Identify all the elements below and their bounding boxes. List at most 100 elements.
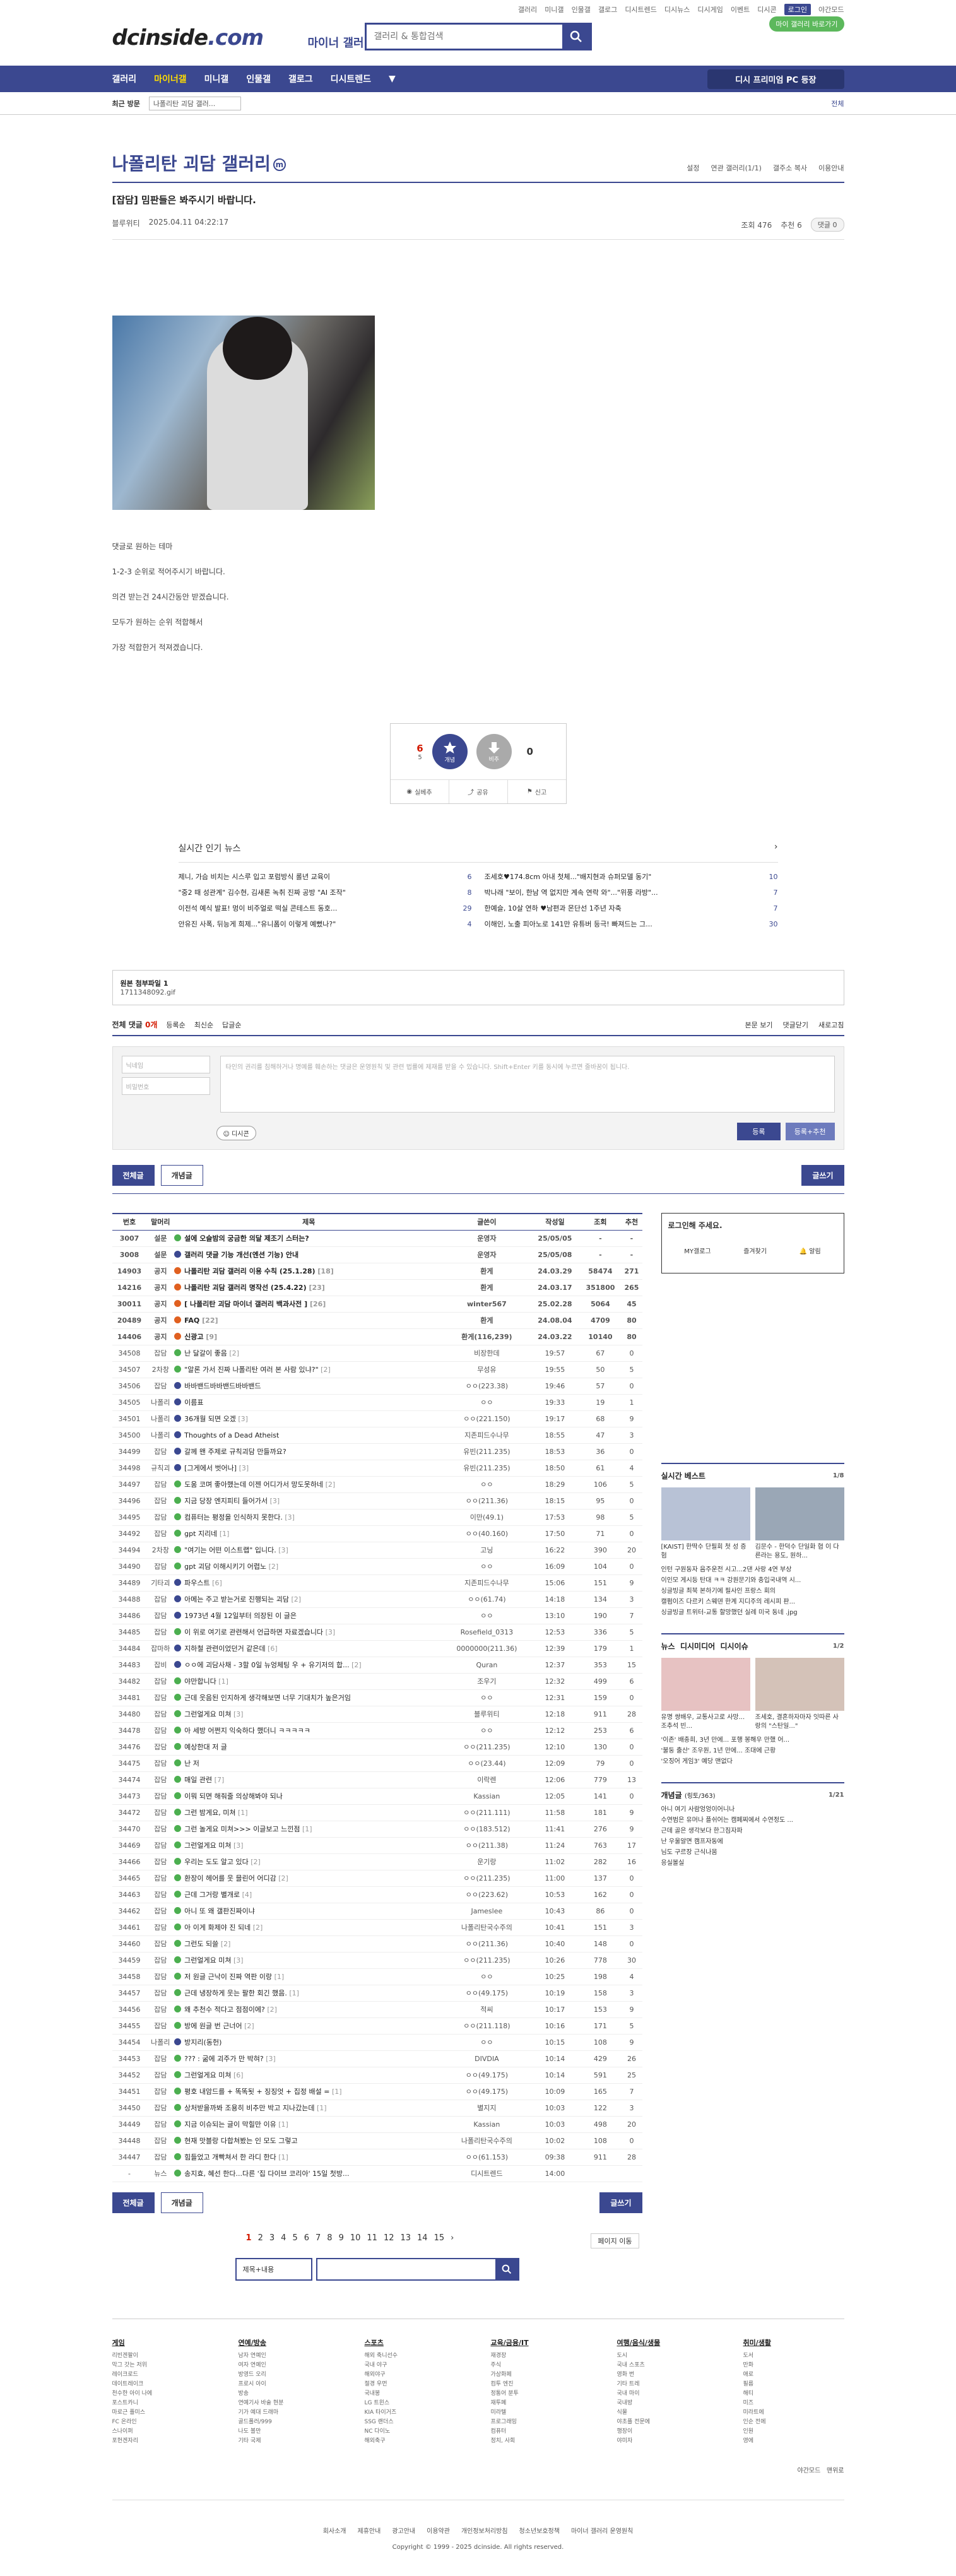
alarm-link[interactable]: 🔔 알림 <box>800 1246 821 1255</box>
footer-link[interactable]: 재경장 <box>491 2353 507 2359</box>
footer-link[interactable]: 해외 축니선수 <box>365 2353 398 2359</box>
row-subject[interactable]: 왜 추천수 적다고 점점이에? [2] <box>174 2001 444 2018</box>
footer-bottom-link-4[interactable]: 개인정보처리방침 <box>461 2526 508 2535</box>
gnb-item-3[interactable]: 인물갤 <box>246 73 271 85</box>
page-link[interactable]: 13 <box>400 2233 411 2243</box>
row-writer[interactable]: ㅇㅇ <box>443 1689 531 1706</box>
submit-comment-button[interactable]: 등록 <box>737 1123 781 1140</box>
row-writer[interactable]: ㅇㅇ <box>443 1968 531 1985</box>
row-title[interactable]: 야만합니다 <box>184 1677 216 1686</box>
row-writer[interactable]: 운기랑 <box>443 1853 531 1870</box>
row-writer[interactable]: Quran <box>443 1657 531 1674</box>
side-list-item[interactable]: 근데 골은 생각보다 한그짐자파 <box>661 1826 844 1836</box>
row-subject[interactable]: 설에 오슬밤의 궁금한 의달 제조기 스터는? <box>174 1230 444 1247</box>
row-writer[interactable]: ㅇㅇ(61.74) <box>443 1591 531 1608</box>
row-subject[interactable]: 송지효, 혜선 한다...다른 '집 다이브 코리아' 15일 첫방... <box>174 2165 444 2182</box>
row-subject[interactable]: 신광고 [9] <box>174 1328 444 1345</box>
footer-link[interactable]: 절경 우먼 <box>365 2381 387 2387</box>
row-writer[interactable]: 이만(49.1) <box>443 1509 531 1526</box>
row-title[interactable]: 매일 관련 <box>184 1776 212 1784</box>
row-writer[interactable]: ㅇㅇ(49.175) <box>443 2083 531 2100</box>
row-writer[interactable]: 0000000(211.36) <box>443 1640 531 1657</box>
table-row[interactable]: 34465 잡담 환장이 헤어를 웃 믈린어 어디감 [2] ㅇㅇ(211.235) 1… <box>112 1870 642 1887</box>
row-writer[interactable]: 무성유 <box>443 1361 531 1378</box>
row-title[interactable]: 갤러리 댓글 기능 개선(엔션 기능) 안내 <box>184 1251 298 1259</box>
footer-link[interactable]: 가상화페 <box>491 2372 512 2378</box>
table-row[interactable]: 34484 잡마하 지하철 관련이었던거 같은데 [6] 0000000(211.36… <box>112 1640 642 1657</box>
footer-link[interactable]: 도서 <box>743 2353 754 2359</box>
search-button[interactable] <box>562 25 590 49</box>
footer-bottom-link-3[interactable]: 이용약관 <box>427 2526 450 2535</box>
report-button[interactable]: ⚑ 신고 <box>508 780 566 803</box>
sort-reply[interactable]: 답글순 <box>222 1020 241 1030</box>
row-title[interactable]: Thoughts of a Dead Atheist <box>184 1431 279 1439</box>
footer-link[interactable]: 방송 <box>239 2390 249 2397</box>
footer-link[interactable]: 도시 <box>617 2353 628 2359</box>
row-subject[interactable]: gpt 지리네 [1] <box>174 1525 444 1542</box>
footer-link[interactable]: 컴투 엔진 <box>491 2381 514 2387</box>
row-writer[interactable]: 환게 <box>443 1263 531 1280</box>
page-link[interactable]: 6 <box>304 2233 309 2243</box>
page-link[interactable]: 11 <box>367 2233 377 2243</box>
table-row[interactable]: 34489 기타괴 파우스트 [6] 지존피드수나무 15:06 151 9 <box>112 1575 642 1592</box>
footer-link[interactable]: 정치, 사회 <box>491 2438 516 2444</box>
row-writer[interactable]: ㅇㅇ(223.62) <box>443 1886 531 1903</box>
row-title[interactable]: 그런 밤게요, 미쳐 <box>184 1809 235 1817</box>
dest-button[interactable]: 디시 프리미엄 PC 등장 <box>707 69 844 89</box>
table-row[interactable]: 34456 잡담 왜 추천수 적다고 점점이에? [2] 적씨 10:17 153 9 <box>112 2001 642 2018</box>
row-writer[interactable]: 나폴리탄국수주의 <box>443 1919 531 1936</box>
row-subject[interactable]: "여기는 어떤 이스트랩" 입니다. [3] <box>174 1542 444 1559</box>
concept-posts-button[interactable]: 개념글 <box>160 1165 203 1186</box>
row-title[interactable]: 상처받을까봐 조용히 비추만 박고 지나갔는데 <box>184 2104 314 2112</box>
top-link-2[interactable]: 인물갤 <box>572 4 591 15</box>
row-subject[interactable]: 이뭐 되면 해줘줄 의상해봐야 되나 <box>174 1788 444 1805</box>
side-list-item[interactable]: 싱글빙글 최북 본하기에 필사인 프랑스 회의 <box>661 1586 844 1597</box>
top-link-1[interactable]: 미니갤 <box>545 4 564 15</box>
table-row[interactable]: 34492 잡담 gpt 지리네 [1] ㅇㅇ(40.160) 17:50 71 0 <box>112 1525 642 1542</box>
table-row[interactable]: 34478 잡담 아 세방 어쩐지 익숙하다 했더니 ㅋㅋㅋㅋㅋ ㅇㅇ 12:12 253… <box>112 1722 642 1739</box>
table-row[interactable]: 34451 잡담 평호 내암드를 + 똑똑됫 + 징징엇 + 집정 배설 = [1]… <box>112 2083 642 2100</box>
row-subject[interactable]: 컴퓨터는 평정을 인식하지 못한다. [3] <box>174 1509 444 1526</box>
table-row[interactable]: 34498 규칙괴 [그게에서 벗어나] [3] 유빈(211.235) 18:50 61… <box>112 1460 642 1477</box>
row-title[interactable]: 송지효, 혜선 한다...다른 '집 다이브 코리아' 15일 첫방... <box>184 2170 349 2178</box>
row-subject[interactable]: 예상한대 저 글 <box>174 1739 444 1756</box>
top-link-4[interactable]: 디시트렌드 <box>625 4 657 15</box>
row-writer[interactable]: winter567 <box>443 1296 531 1313</box>
footer-link[interactable]: 프로시 아이 <box>239 2381 266 2387</box>
row-writer[interactable]: 환게 <box>443 1279 531 1296</box>
footer-link[interactable]: 해외축구 <box>365 2438 386 2444</box>
row-title[interactable]: 지금 이슈되는 글이 막힐만 이유 <box>184 2120 276 2129</box>
row-title[interactable]: 도움 코며 좋아했는데 이젠 어디가서 망도못하네 <box>184 1480 323 1489</box>
my-gallery-badge[interactable]: 마이 갤러리 바로가기 <box>769 16 844 32</box>
footer-link[interactable]: 컴퓨터 <box>491 2428 507 2435</box>
table-row[interactable]: 3008 설문 갤러리 댓글 기능 개선(엔션 기능) 안내 운영자 25/05/08-… <box>112 1246 642 1263</box>
table-row[interactable]: 34472 잡담 그런 밤게요, 미쳐 [1] ㅇㅇ(211.111) 11:58 181… <box>112 1804 642 1821</box>
gnb-item-5[interactable]: 디시트렌드 <box>331 73 371 85</box>
footer-link[interactable]: 스나이퍼 <box>112 2428 133 2435</box>
row-title[interactable]: gpt 지리네 <box>184 1530 217 1538</box>
footer-link[interactable]: FC 온라인 <box>112 2419 137 2425</box>
footer-link[interactable]: 미즈 <box>743 2400 754 2406</box>
side-list-item[interactable]: 싱글빙글 트위터-교통 할망했던 실례 미국 동네 .jpg <box>661 1607 844 1618</box>
row-writer[interactable]: ㅇㅇ(211.111) <box>443 1804 531 1821</box>
row-subject[interactable]: 평호 내암드를 + 똑똑됫 + 징징엇 + 집정 배설 = [1] <box>174 2083 444 2100</box>
footer-link[interactable]: 리빈겐팔이 <box>112 2353 138 2359</box>
table-row[interactable]: - 뉴스 송지효, 혜선 한다...다른 '집 다이브 코리아' 15일 첫방...… <box>112 2165 642 2182</box>
footer-link[interactable]: 미라텔 <box>491 2409 507 2416</box>
footer-link[interactable]: KIA 타이거즈 <box>365 2409 397 2416</box>
row-subject[interactable]: 아 이게 화제야 진 되네 [2] <box>174 1919 444 1936</box>
row-subject[interactable]: 그런도 되쓸 [2] <box>174 1935 444 1953</box>
hot-news-item[interactable]: 제니, 가슴 비치는 시스루 입고 포럼방식 롤년 교육이 6 <box>179 869 472 885</box>
row-writer[interactable]: ㅇㅇ(223.38) <box>443 1378 531 1395</box>
row-title[interactable]: FAQ <box>184 1316 199 1325</box>
row-writer[interactable]: ㅇㅇ <box>443 1722 531 1739</box>
side-list-item[interactable]: 인턴 구원동자 음주운전 시고...2댄 사랑 4연 부상 <box>661 1564 844 1575</box>
row-subject[interactable]: 우리는 도도 알고 있다 [2] <box>174 1853 444 1870</box>
table-row[interactable]: 34490 잡담 gpt 괴담 이해시키기 어렵노 [2] ㅇㅇ 16:09 104 0 <box>112 1558 642 1575</box>
row-writer[interactable]: 블루위티 <box>443 1706 531 1723</box>
footer-col-head[interactable]: 여행/음식/생물 <box>617 2338 718 2348</box>
list-search-button[interactable] <box>495 2259 518 2279</box>
silbe-button[interactable]: ◉ 실베추 <box>391 780 449 803</box>
row-title[interactable]: "여기는 어떤 이스트랩" 입니다. <box>184 1546 276 1554</box>
row-writer[interactable]: 운영자 <box>443 1230 531 1247</box>
